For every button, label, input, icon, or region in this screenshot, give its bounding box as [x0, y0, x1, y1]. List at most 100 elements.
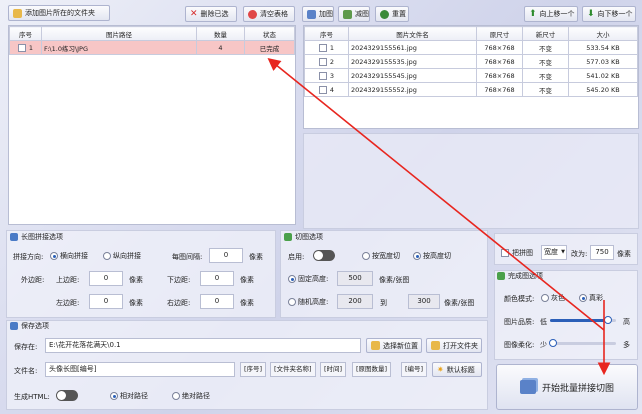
by-height-radio[interactable]: 按高度切 [413, 251, 451, 261]
margin-label: 外边距: [21, 276, 45, 284]
tag-index-button[interactable]: [序号] [240, 362, 267, 377]
reset-icon [380, 9, 389, 19]
absolute-path-radio[interactable]: 绝对路径 [172, 391, 210, 401]
by-width-label: 按宽度切 [372, 252, 400, 260]
horizontal-radio[interactable]: 横向拼接 [50, 251, 88, 261]
table-row[interactable]: 1 2024329155561.jpg 768×768 不变 533.54 KB [304, 40, 638, 55]
remove-image-button[interactable]: 减图 [338, 6, 370, 22]
move-down-button[interactable]: ⬇ 向下移一个 [582, 6, 636, 22]
color-label: 真彩 [589, 294, 603, 302]
row-path: F:\1.0练习\JPG [41, 40, 197, 55]
add-image-button[interactable]: 加图 [302, 6, 334, 22]
save-options-title: 保存选项 [10, 321, 49, 331]
resize-checkbox[interactable]: 把拼图 [501, 248, 533, 258]
color-mode-label: 颜色模式: [504, 295, 535, 303]
choose-location-label: 选择新位置 [383, 341, 418, 350]
fixed-height-input[interactable]: 500 [337, 271, 373, 286]
top-margin-unit: 像素 [129, 276, 143, 284]
image-table[interactable]: 序号 图片文件名 原尺寸 新尺寸 大小 1 2024329155561.jpg 76… [303, 25, 639, 129]
grey-label: 灰色 [551, 294, 565, 302]
header-index: 序号 [9, 26, 42, 41]
clear-table-button[interactable]: 清空表格 [243, 6, 295, 22]
tag-folder-name-button[interactable]: [文件夹名称] [270, 362, 316, 377]
filename-input[interactable]: 头像长图[编号] [45, 362, 235, 377]
soften-slider-handle[interactable] [549, 339, 557, 347]
tag-count-button[interactable]: [原图数量] [352, 362, 392, 377]
row-count: 4 [196, 40, 245, 55]
radio-icon [362, 252, 370, 260]
add-image-icon [307, 9, 316, 19]
default-title-button[interactable]: ✷ 默认标题 [432, 362, 482, 377]
table-row[interactable]: 2 2024329155535.jpg 768×768 不变 577.03 KB [304, 54, 638, 69]
row-index-value: 3 [329, 71, 335, 80]
row-new-size: 不变 [522, 40, 569, 55]
row-checkbox[interactable] [318, 43, 327, 52]
open-folder-label: 打开文件夹 [443, 341, 478, 350]
row-checkbox[interactable] [318, 71, 327, 80]
folder-table[interactable]: 序号 图片路径 数量 状态 1 F:\1.0练习\JPG 4 已完成 [8, 25, 296, 225]
table-row[interactable]: 4 2024329155552.jpg 768×768 不变 545.20 KB [304, 82, 638, 97]
table-row[interactable]: 3 2024329155545.jpg 768×768 不变 541.02 KB [304, 68, 638, 83]
arrow-down-icon: ⬇ [587, 8, 595, 19]
move-up-label: 向上移一个 [539, 10, 575, 18]
by-width-radio[interactable]: 按宽度切 [362, 251, 400, 261]
row-checkbox[interactable] [318, 85, 327, 94]
row-index: 3 [304, 68, 349, 83]
relative-path-radio[interactable]: 相对路径 [110, 391, 148, 401]
table-row[interactable]: 1 F:\1.0练习\JPG 4 已完成 [9, 40, 295, 55]
grey-radio[interactable]: 灰色 [541, 293, 565, 303]
move-up-button[interactable]: ⬆ 向上移一个 [524, 6, 578, 22]
remove-image-icon [343, 9, 352, 19]
gap-input[interactable]: 0 [209, 248, 243, 263]
radio-icon [50, 252, 58, 260]
start-batch-button[interactable]: 开始批量拼接切图 [496, 364, 638, 410]
header-orig-size: 原尺寸 [476, 26, 523, 41]
save-path-input[interactable]: E:\花开花落花满天\0.1 [45, 338, 361, 353]
row-index: 1 [304, 40, 349, 55]
quality-slider[interactable] [550, 316, 616, 324]
row-checkbox[interactable] [318, 57, 327, 66]
random-to-input[interactable]: 300 [408, 294, 440, 309]
color-radio[interactable]: 真彩 [579, 293, 603, 303]
bottom-margin-label: 下边距: [167, 276, 191, 284]
image-table-header: 序号 图片文件名 原尺寸 新尺寸 大小 [304, 26, 638, 41]
radio-icon [110, 392, 118, 400]
delete-selected-button[interactable]: ✕ 删除已选 [185, 6, 237, 22]
stitch-options-title: 长图拼接选项 [10, 232, 63, 242]
radio-icon [288, 275, 296, 283]
row-filesize: 533.54 KB [568, 40, 638, 55]
html-toggle[interactable] [56, 390, 78, 401]
right-margin-input[interactable]: 0 [200, 294, 234, 309]
left-margin-input[interactable]: 0 [89, 294, 123, 309]
bottom-margin-input[interactable]: 0 [200, 271, 234, 286]
resize-unit: 像素 [617, 250, 631, 258]
fixed-height-label: 固定高度: [298, 275, 329, 283]
resize-dimension-select[interactable]: 宽度 ▼ [541, 245, 567, 260]
tag-time-button[interactable]: [时间] [320, 362, 347, 377]
top-margin-input[interactable]: 0 [89, 271, 123, 286]
by-height-label: 按高度切 [423, 252, 451, 260]
panel-icon [10, 322, 18, 330]
enable-cut-toggle[interactable] [313, 250, 335, 261]
absolute-path-label: 绝对路径 [182, 392, 210, 400]
vertical-radio[interactable]: 纵向拼接 [103, 251, 141, 261]
header-count: 数量 [196, 26, 245, 41]
random-from-input[interactable]: 200 [337, 294, 373, 309]
save-to-label: 保存在: [14, 343, 38, 351]
header-status: 状态 [244, 26, 295, 41]
row-index-value: 1 [329, 43, 335, 52]
row-checkbox[interactable] [17, 43, 26, 52]
image-stack-icon [519, 380, 536, 394]
row-new-size: 不变 [522, 82, 569, 97]
tag-number-button[interactable]: [编号] [401, 362, 428, 377]
soften-more-label: 多 [623, 341, 630, 349]
choose-location-button[interactable]: 选择新位置 [366, 338, 422, 353]
add-folder-button[interactable]: 添加图片所在的文件夹 [8, 5, 110, 21]
open-folder-button[interactable]: 打开文件夹 [426, 338, 482, 353]
reset-button[interactable]: 重置 [375, 6, 409, 22]
random-height-radio[interactable]: 随机高度: [288, 297, 328, 307]
soften-slider[interactable] [549, 339, 616, 347]
chevron-down-icon: ▼ [561, 249, 565, 255]
resize-value-input[interactable]: 750 [590, 245, 614, 260]
fixed-height-radio[interactable]: 固定高度: [288, 274, 328, 284]
